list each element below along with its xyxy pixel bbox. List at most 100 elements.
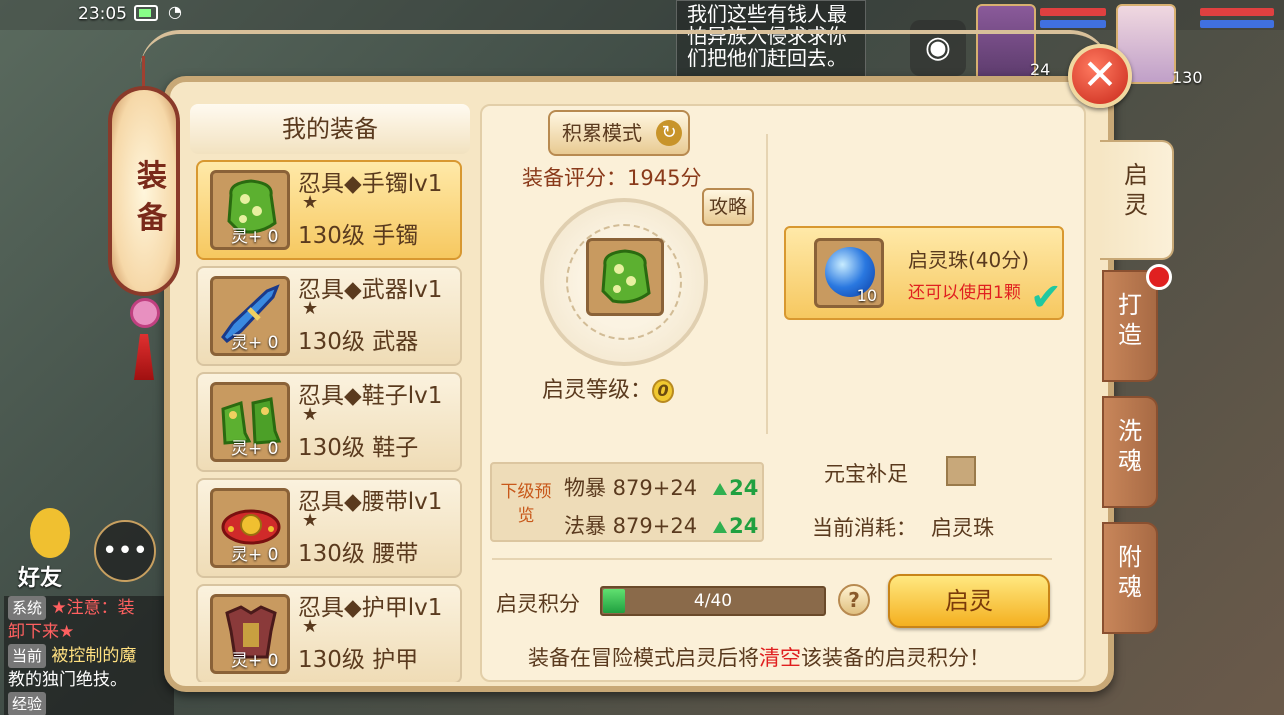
preview-row: 物暴 879+24 24 bbox=[564, 472, 758, 502]
progress-text: 4/40 bbox=[693, 591, 733, 611]
tab-wash-soul[interactable]: 洗 魂 bbox=[1102, 396, 1158, 508]
enhance-button[interactable]: 启灵 bbox=[888, 574, 1050, 628]
current-cost: 当前消耗： 启灵珠 bbox=[812, 512, 994, 542]
cost-value: 启灵珠 bbox=[931, 516, 994, 540]
up-arrow-icon bbox=[713, 483, 728, 495]
notification-dot bbox=[1146, 264, 1172, 290]
pearl-count: 10 bbox=[856, 286, 877, 305]
lantern-icon: 装 备 bbox=[108, 86, 180, 296]
warning-text: 装备在冒险模式启灵后将清空该装备的启灵积分！ bbox=[528, 642, 990, 672]
pearl-name: 启灵珠(40分) bbox=[908, 248, 1030, 272]
equipment-item-bracelet[interactable]: 灵+ 0 忍具◆手镯lv1 ★ 130级 手镯 bbox=[196, 160, 462, 260]
chat-line: 系统 ★注意：装 bbox=[8, 596, 174, 620]
tab-label: 打 bbox=[1118, 291, 1142, 319]
preview-gain: 24 bbox=[729, 476, 759, 500]
mp-bar bbox=[1200, 20, 1274, 28]
chat-line: 当前 被控制的魔 bbox=[8, 644, 174, 668]
panel-ornament bbox=[140, 30, 1110, 70]
ingot-fill-checkbox[interactable] bbox=[946, 456, 976, 486]
item-icon-slot: 灵+ 0 bbox=[210, 382, 290, 462]
warning-highlight: 清空 bbox=[759, 646, 801, 670]
tab-label: 启 bbox=[1124, 161, 1148, 189]
mode-button-label: 积累模式 bbox=[562, 121, 642, 145]
item-icon-slot: 灵+ 0 bbox=[210, 594, 290, 674]
preview-stat: 法暴 879+24 bbox=[564, 514, 698, 538]
chat-text: 教的独门绝技。 bbox=[8, 670, 127, 690]
chat-log[interactable]: 系统 ★注意：装 卸下来★ 当前 被控制的魔 教的独门绝技。 经验 bbox=[4, 596, 174, 715]
equipment-list[interactable]: 灵+ 0 忍具◆手镯lv1 ★ 130级 手镯 灵+ 0 忍具◆武器lv1 ★ … bbox=[196, 160, 462, 682]
help-button[interactable]: ? bbox=[838, 584, 870, 616]
equipment-item-belt[interactable]: 灵+ 0 忍具◆腰带lv1 ★ 130级 腰带 bbox=[196, 478, 462, 578]
close-button[interactable]: ✕ bbox=[1068, 44, 1132, 108]
tab-enhance[interactable]: 启 灵 bbox=[1100, 140, 1174, 260]
fringe-icon bbox=[134, 334, 154, 380]
preview-stat: 物暴 879+24 bbox=[564, 476, 698, 500]
chat-text: ★注意：装 bbox=[51, 598, 135, 618]
item-name: 忍具◆武器lv1 bbox=[298, 277, 443, 303]
item-icon-slot: 灵+ 0 bbox=[210, 488, 290, 568]
progress-label: 启灵积分 bbox=[496, 592, 580, 616]
friend-label: 好友 bbox=[18, 566, 63, 591]
selected-equipment-slot[interactable] bbox=[586, 238, 664, 316]
equipment-score: 装备评分：1945分 bbox=[522, 166, 702, 190]
star-icon: ★ bbox=[302, 192, 319, 213]
equipment-lantern-tab: 装 备 bbox=[104, 56, 184, 386]
item-icon-slot: 灵+ 0 bbox=[210, 276, 290, 356]
lantern-title: 装 备 bbox=[132, 156, 172, 240]
soul-level: 灵+ 0 bbox=[231, 333, 279, 353]
accumulate-mode-button[interactable]: 积累模式 ↻ bbox=[548, 110, 690, 156]
item-level: 130级 鞋子 bbox=[298, 435, 419, 461]
item-level: 130级 武器 bbox=[298, 329, 419, 355]
chat-text: 被控制的魔 bbox=[51, 646, 137, 666]
tab-label: 魂 bbox=[1118, 573, 1142, 601]
star-icon: ★ bbox=[302, 510, 319, 531]
cost-label: 当前消耗： bbox=[812, 516, 917, 540]
item-name: 忍具◆腰带lv1 bbox=[298, 489, 443, 515]
star-icon: ★ bbox=[302, 404, 319, 425]
next-level-preview: 下级预览 物暴 879+24 24 法暴 879+24 24 bbox=[490, 462, 764, 542]
divider bbox=[492, 558, 1052, 560]
mp-bar bbox=[1040, 20, 1106, 28]
equipment-list-header: 我的装备 bbox=[190, 104, 470, 154]
enhance-level-label: 启灵等级： bbox=[542, 378, 653, 403]
warning-suffix: 该装备的启灵积分！ bbox=[801, 646, 990, 670]
tab-attach-soul[interactable]: 附 魂 bbox=[1102, 522, 1158, 634]
bracelet-icon bbox=[601, 249, 651, 304]
equipment-item-weapon[interactable]: 灵+ 0 忍具◆武器lv1 ★ 130级 武器 bbox=[196, 266, 462, 366]
item-level: 130级 手镯 bbox=[298, 223, 419, 249]
star-icon: ★ bbox=[302, 616, 319, 637]
enhance-level: 启灵等级： 0 bbox=[542, 372, 675, 404]
status-time: 23:05 bbox=[78, 4, 127, 24]
item-level: 130级 腰带 bbox=[298, 541, 419, 567]
item-name: 忍具◆护甲lv1 bbox=[298, 595, 443, 621]
tab-label: 灵 bbox=[1124, 191, 1148, 219]
star-icon: ★ bbox=[302, 298, 319, 319]
battery-icon bbox=[134, 5, 158, 21]
tab-label: 魂 bbox=[1118, 447, 1142, 475]
friend-button[interactable]: 好友 bbox=[12, 508, 82, 591]
guide-button[interactable]: 攻略 bbox=[702, 188, 754, 226]
enhance-pearl-card[interactable]: 10 启灵珠(40分) 还可以使用1颗 ✔ bbox=[784, 226, 1064, 320]
pearl-slot: 10 bbox=[814, 238, 884, 308]
equipment-item-boots[interactable]: 灵+ 0 忍具◆鞋子lv1 ★ 130级 鞋子 bbox=[196, 372, 462, 472]
knot-icon bbox=[130, 298, 160, 328]
soul-level: 灵+ 0 bbox=[231, 227, 279, 247]
soul-level: 灵+ 0 bbox=[231, 651, 279, 671]
tab-label: 洗 bbox=[1118, 417, 1142, 445]
ingot-fill-label: 元宝补足 bbox=[824, 462, 908, 486]
soul-level: 灵+ 0 bbox=[231, 545, 279, 565]
chat-bubble-icon[interactable]: ••• bbox=[94, 520, 156, 582]
chat-tag: 系统 bbox=[8, 596, 47, 620]
chat-tag: 经验 bbox=[8, 692, 47, 715]
pearl-remaining: 还可以使用1颗 bbox=[908, 283, 1021, 303]
tassel-icon bbox=[124, 298, 164, 380]
equipment-item-armor[interactable]: 灵+ 0 忍具◆护甲lv1 ★ 130级 护甲 bbox=[196, 584, 462, 682]
divider bbox=[766, 134, 768, 434]
lantern-char: 装 bbox=[137, 159, 167, 194]
check-icon: ✔ bbox=[1030, 275, 1062, 319]
preview-label: 下级预览 bbox=[500, 482, 552, 526]
preview-row: 法暴 879+24 24 bbox=[564, 510, 758, 540]
hp-bar bbox=[1200, 8, 1274, 16]
up-arrow-icon bbox=[713, 521, 728, 533]
chat-tag: 当前 bbox=[8, 644, 47, 668]
